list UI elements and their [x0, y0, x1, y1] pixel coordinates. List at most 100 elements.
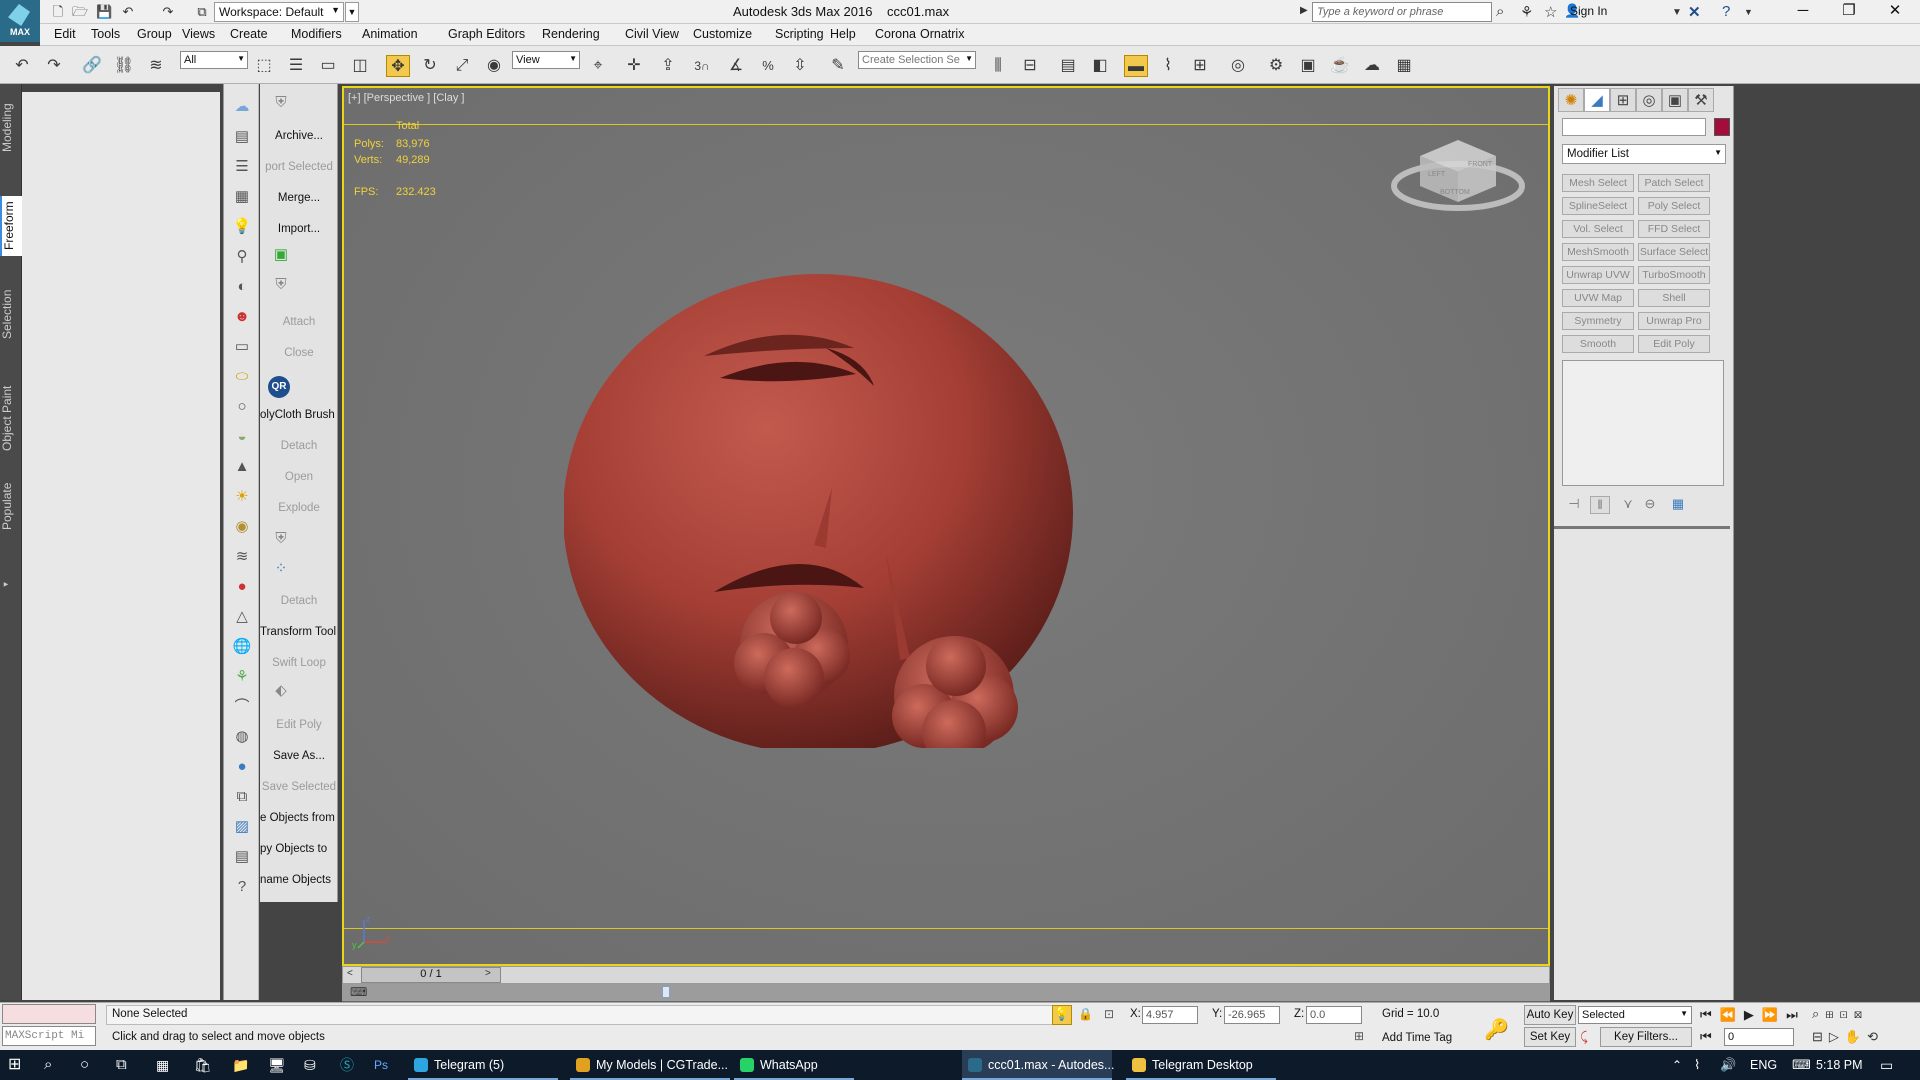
set-key-button[interactable]: Set Key [1524, 1027, 1576, 1047]
layer-explorer-icon[interactable]: ◧ [1088, 55, 1112, 77]
calculator-icon[interactable]: ▦ [156, 1050, 169, 1080]
question-icon[interactable]: ? [231, 876, 253, 898]
keyboard-icon[interactable]: ⌨ [1792, 1050, 1811, 1080]
cone-icon[interactable]: ▲ [231, 456, 253, 478]
menu-tools[interactable]: Tools [91, 27, 120, 41]
modifier-vol-select-button[interactable]: Vol. Select [1562, 220, 1634, 238]
network-icon[interactable]: ⛁ [304, 1050, 316, 1080]
select-and-scale-icon[interactable]: ⤢ [450, 55, 474, 77]
figure-icon[interactable]: ⚲ [231, 246, 253, 268]
auto-key-button[interactable]: Auto Key [1524, 1005, 1576, 1025]
show-end-result-icon[interactable]: ‖ [1590, 496, 1610, 514]
tab-freeform[interactable]: Freeform [0, 196, 22, 256]
y-coord-field[interactable]: -26.965 [1224, 1006, 1280, 1024]
restore-button[interactable]: ❐ [1826, 0, 1872, 24]
archive-button[interactable]: Archive... [260, 130, 337, 142]
modifier-poly-select-button[interactable]: Poly Select [1638, 197, 1710, 215]
modifier-uvw-map-button[interactable]: UVW Map [1562, 289, 1634, 307]
scene-explorer-icon[interactable]: ▤ [1056, 55, 1080, 77]
modifier-smooth-button[interactable]: Smooth [1562, 335, 1634, 353]
object-color-swatch[interactable] [1714, 118, 1730, 136]
render-setup-icon[interactable]: ⚙ [1264, 55, 1288, 77]
absolute-mode-icon[interactable]: ⊡ [1104, 1007, 1114, 1021]
windows-start-icon[interactable]: ⊞ [8, 1050, 21, 1080]
spinner-snap-icon[interactable]: ⇳ [788, 55, 812, 77]
modifier-mesh-select-button[interactable]: Mesh Select [1562, 174, 1634, 192]
tab-create-icon[interactable]: ✺ [1558, 88, 1584, 112]
volume-icon[interactable]: 🔊 [1720, 1050, 1736, 1080]
unlink-icon[interactable]: ⛓ [112, 55, 136, 77]
perspective-viewport[interactable]: [+] [Perspective ] [Clay ] Total Polys: … [342, 86, 1550, 966]
light-bulb-icon[interactable]: 💡 [231, 216, 253, 238]
modifier-shell-button[interactable]: Shell [1638, 289, 1710, 307]
ball-icon[interactable]: ● [231, 756, 253, 778]
menu-views[interactable]: Views [182, 27, 215, 41]
detach-button-2[interactable]: Detach [260, 595, 337, 607]
modifier-ffd-select-button[interactable]: FFD Select [1638, 220, 1710, 238]
mini-curve-editor-icon[interactable]: ⌨ [350, 985, 367, 999]
globe-icon[interactable]: 🌐 [231, 636, 253, 658]
menu-rendering[interactable]: Rendering [542, 27, 600, 41]
render-in-cloud-icon[interactable]: ▦ [1392, 55, 1416, 77]
named-selection-dropdown[interactable]: Create Selection Se ▼ [858, 51, 976, 69]
menu-graph-editors[interactable]: Graph Editors [448, 27, 525, 41]
search-expand-icon[interactable]: ▶ [1300, 5, 1308, 16]
explorer-icon[interactable]: 📁 [232, 1050, 249, 1080]
bowl-icon[interactable]: ◒ [231, 426, 253, 448]
current-frame-field[interactable]: 0 [1724, 1028, 1794, 1046]
taskbar-app-1[interactable]: Telegram (5) [408, 1050, 558, 1080]
attach-button[interactable]: Attach [260, 316, 337, 328]
skype-icon[interactable]: Ⓢ [340, 1050, 354, 1080]
clock[interactable]: 5:18 PM [1816, 1050, 1863, 1080]
explode-button[interactable]: Explode [260, 502, 337, 514]
new-file-icon[interactable]: 🗋 [50, 4, 66, 20]
menu-help[interactable]: Help [830, 27, 856, 41]
plane-icon[interactable]: ▭ [231, 336, 253, 358]
modifier-stack[interactable] [1562, 360, 1724, 486]
tab-motion-icon[interactable]: ◎ [1636, 88, 1662, 112]
tab-utilities-icon[interactable]: ⚒ [1688, 88, 1714, 112]
modifier-symmetry-button[interactable]: Symmetry [1562, 312, 1634, 330]
track-bar[interactable]: ⌨ [342, 984, 1550, 1002]
sphere-tool-icon[interactable]: ◐ [231, 276, 253, 298]
tab-hierarchy-icon[interactable]: ⊞ [1610, 88, 1636, 112]
window-crossing-icon[interactable]: ◫ [348, 55, 372, 77]
menu-scripting[interactable]: Scripting [775, 27, 824, 41]
render-production-icon[interactable]: ☕ [1328, 55, 1352, 77]
selection-filter-dropdown[interactable]: All ▼ [180, 51, 248, 69]
teapot-icon[interactable]: ☁ [231, 96, 253, 118]
tab-modify-icon[interactable]: ◢ [1584, 88, 1610, 112]
close-window-button[interactable]: ✕ [1872, 0, 1918, 24]
schematic-view-icon[interactable]: ⊞ [1188, 55, 1212, 77]
taskbar-app-2[interactable]: My Models | CGTrade... [570, 1050, 730, 1080]
document-icon[interactable]: ▤ [231, 126, 253, 148]
help-chevron-icon[interactable]: ▼ [1744, 7, 1753, 17]
undo-icon[interactable]: ↶ [10, 55, 34, 77]
modifier-meshsmooth-button[interactable]: MeshSmooth [1562, 243, 1634, 261]
configure-modifier-sets-icon[interactable]: ▦ [1668, 496, 1688, 514]
menu-group[interactable]: Group [137, 27, 172, 41]
selection-lock-icon[interactable]: 🔒 [1078, 1007, 1093, 1021]
menu-modifiers[interactable]: Modifiers [291, 27, 342, 41]
mesh-icon[interactable]: △ [231, 606, 253, 628]
store-icon[interactable]: 🛍 [194, 1050, 212, 1080]
action-center-icon[interactable]: ▭ [1880, 1050, 1893, 1080]
modifier-edit-poly-button[interactable]: Edit Poly [1638, 335, 1710, 353]
menu-civil-view[interactable]: Civil View [625, 27, 679, 41]
rope-icon[interactable]: ⌒ [231, 696, 253, 718]
texture-icon[interactable]: ◍ [231, 726, 253, 748]
rectangular-selection-icon[interactable]: ▭ [316, 55, 340, 77]
tab-modeling[interactable]: Modeling [0, 98, 22, 158]
menu-create[interactable]: Create [230, 27, 268, 41]
save-icon[interactable]: 💾 [96, 4, 112, 20]
green-screen-icon[interactable]: ▣ [270, 244, 292, 266]
subscription-icon[interactable]: ⚘ [1520, 3, 1533, 21]
align-icon[interactable]: ⊟ [1018, 55, 1042, 77]
torus-icon[interactable]: ◉ [231, 516, 253, 538]
save-as-button[interactable]: Save As... [260, 750, 337, 762]
exchange-apps-icon[interactable]: ✕ [1688, 3, 1701, 21]
rendered-frame-window-icon[interactable]: ▣ [1296, 55, 1320, 77]
search-input[interactable]: Type a keyword or phrase [1312, 2, 1492, 22]
polycloth-brush-button[interactable]: olyCloth Brush [260, 409, 337, 421]
help-icon[interactable]: ? [1722, 3, 1730, 20]
